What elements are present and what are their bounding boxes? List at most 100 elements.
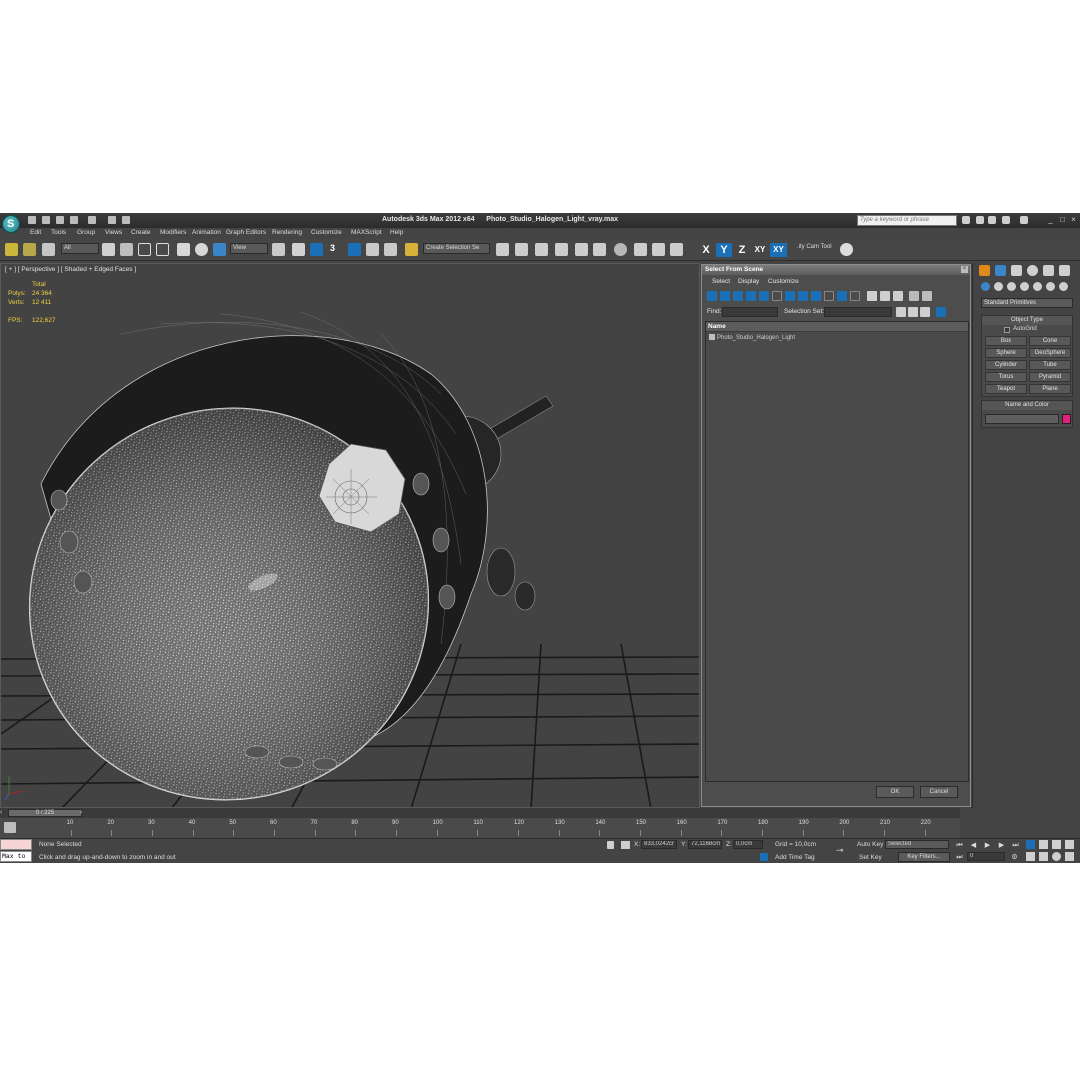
zoom-extents-all-icon[interactable] [1065, 840, 1074, 849]
save-file-icon[interactable] [56, 216, 64, 224]
menu-maxscript[interactable]: MAXScript [351, 229, 382, 236]
display-frozen-icon[interactable] [837, 291, 847, 301]
axis-z-button[interactable]: Z [735, 243, 749, 257]
orbit-icon[interactable] [1052, 852, 1061, 861]
cylinder-button[interactable]: Cylinder [985, 360, 1027, 370]
auto-key-button[interactable]: Auto Key [857, 841, 883, 848]
teapot-button[interactable]: Teapot [985, 384, 1027, 394]
track-bar[interactable]: 10 20 30 40 50 60 70 80 90 100 110 120 130 140 150 160 1… [0, 818, 960, 838]
modify-panel-icon[interactable] [995, 265, 1006, 276]
helpers-category-icon[interactable] [1033, 282, 1042, 291]
align-icon[interactable] [515, 243, 528, 256]
object-color-swatch[interactable] [1062, 414, 1071, 424]
menu-animation[interactable]: Animation [192, 229, 221, 236]
primitive-type-dropdown[interactable]: Standard Primitives [981, 298, 1073, 308]
select-none-icon[interactable] [880, 291, 890, 301]
maximize-viewport-icon[interactable] [1065, 852, 1074, 861]
systems-category-icon[interactable] [1059, 282, 1068, 291]
redo-icon[interactable] [88, 216, 96, 224]
set-key-button[interactable]: Set Key [859, 854, 882, 861]
window-crossing-icon[interactable] [156, 243, 169, 256]
display-bones-icon[interactable] [811, 291, 821, 301]
select-by-name-icon[interactable] [120, 243, 133, 256]
time-slider-next-icon[interactable]: › [80, 809, 87, 817]
absolute-mode-icon[interactable] [621, 841, 630, 849]
motion-panel-icon[interactable] [1027, 265, 1038, 276]
menu-graph-editors[interactable]: Graph Editors [226, 229, 266, 236]
tools-icon[interactable] [988, 216, 996, 224]
axis-xy-constraint-button[interactable]: XY [770, 243, 787, 257]
filter-funnel-icon[interactable] [909, 291, 919, 301]
render-production-icon[interactable] [670, 243, 683, 256]
favorites-star-icon[interactable] [1002, 216, 1010, 224]
schematic-view-icon[interactable] [593, 243, 606, 256]
select-dependents-icon[interactable] [936, 307, 946, 317]
utilities-panel-icon[interactable] [1059, 265, 1070, 276]
dialog-title[interactable]: Select From Scene [702, 265, 970, 275]
select-all-icon[interactable] [867, 291, 877, 301]
menu-create[interactable]: Create [131, 229, 151, 236]
named-selection-set-combo[interactable]: Create Selection Se [423, 243, 490, 254]
space-warps-category-icon[interactable] [1046, 282, 1055, 291]
quick-access-menu-icon[interactable] [122, 216, 130, 224]
camera-tool-icon[interactable] [840, 243, 853, 256]
time-configuration-icon[interactable]: ⚙ [1010, 853, 1019, 862]
go-to-start-icon[interactable]: ⏮ [955, 841, 964, 850]
key-icon[interactable]: ⊸ [836, 845, 850, 855]
display-space-warps-icon[interactable] [772, 291, 782, 301]
display-panel-icon[interactable] [1043, 265, 1054, 276]
current-frame-field[interactable]: 0 [967, 852, 1005, 861]
find-wildcard-icon[interactable] [908, 307, 918, 317]
search-input[interactable]: Type a keyword or phrase [857, 215, 957, 226]
project-folder-icon[interactable] [108, 216, 116, 224]
time-slider-prev-icon[interactable]: ‹ [0, 809, 7, 817]
spinner-snap-icon[interactable] [384, 243, 397, 256]
minimize-icon[interactable]: _ [1046, 215, 1055, 225]
open-file-icon[interactable] [42, 216, 50, 224]
selection-set-combo[interactable] [824, 307, 892, 317]
torus-button[interactable]: Torus [985, 372, 1027, 382]
perspective-viewport[interactable]: [ + ] [ Perspective ] [ Shaded + Edged F… [0, 263, 700, 808]
dialog-tab-select[interactable]: Select [712, 278, 730, 285]
maxscript-output-field[interactable] [0, 839, 32, 850]
maximize-icon[interactable]: □ [1058, 215, 1067, 225]
sphere-button[interactable]: Sphere [985, 348, 1027, 358]
new-file-icon[interactable] [28, 216, 36, 224]
menu-views[interactable]: Views [105, 229, 122, 236]
render-setup-icon[interactable] [634, 243, 647, 256]
graphite-modeling-tools-icon[interactable] [555, 243, 568, 256]
select-and-manipulate-icon[interactable] [292, 243, 305, 256]
menu-edit[interactable]: Edit [30, 229, 41, 236]
zoom-icon[interactable] [1026, 840, 1035, 849]
lock-selection-icon[interactable] [607, 841, 614, 849]
axis-xy-button[interactable]: XY [752, 243, 768, 257]
snaps-toggle-icon[interactable]: 3 [330, 243, 343, 256]
use-pivot-center-icon[interactable] [272, 243, 285, 256]
find-case-sensitive-icon[interactable] [896, 307, 906, 317]
sync-selection-icon[interactable] [922, 291, 932, 301]
close-icon[interactable]: × [1069, 215, 1078, 225]
mirror-icon[interactable] [496, 243, 509, 256]
create-panel-icon[interactable] [979, 265, 990, 276]
select-object-icon[interactable] [102, 243, 115, 256]
viewport-label[interactable]: [ + ] [ Perspective ] [ Shaded + Edged F… [5, 266, 136, 273]
display-lights-icon[interactable] [733, 291, 743, 301]
autogrid-checkbox[interactable] [1004, 327, 1010, 333]
rectangular-selection-icon[interactable] [138, 243, 151, 256]
find-regex-icon[interactable] [920, 307, 930, 317]
select-and-scale-icon[interactable] [213, 243, 226, 256]
menu-help[interactable]: Help [390, 229, 403, 236]
angle-snap-icon[interactable] [348, 243, 361, 256]
cancel-button[interactable]: Cancel [920, 786, 958, 798]
display-hidden-icon[interactable] [850, 291, 860, 301]
select-and-rotate-icon[interactable] [195, 243, 208, 256]
material-editor-icon[interactable] [614, 243, 627, 256]
key-filters-button[interactable]: Key Filters... [898, 852, 950, 862]
axis-y-button[interactable]: Y [716, 243, 732, 257]
add-time-tag-label[interactable]: Add Time Tag [775, 854, 815, 861]
zoom-all-icon[interactable] [1039, 840, 1048, 849]
geosphere-button[interactable]: GeoSphere [1029, 348, 1071, 358]
play-icon[interactable]: ▶ [983, 841, 992, 850]
y-coordinate-field[interactable]: 72,1168cm [688, 840, 722, 849]
percent-snap-icon[interactable] [366, 243, 379, 256]
